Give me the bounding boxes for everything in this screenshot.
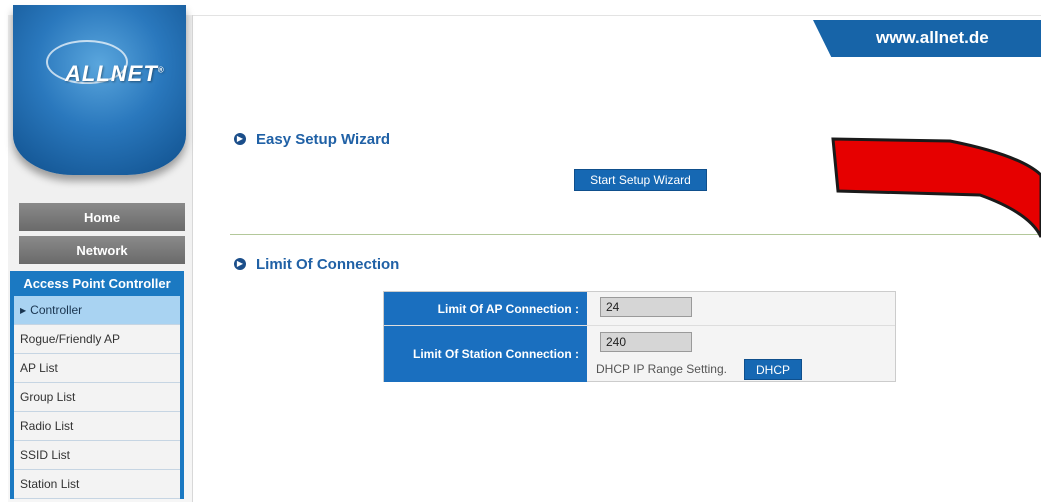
wizard-title: Easy Setup Wizard: [256, 131, 391, 148]
start-setup-wizard-button[interactable]: Start Setup Wizard: [574, 169, 707, 191]
submenu-item-ssid-list[interactable]: SSID List: [14, 441, 180, 470]
apc-submenu: ▶ Controller Rogue/Friendly AP AP List G…: [10, 296, 184, 499]
header-divider: [192, 15, 1041, 16]
table-row-divider: [384, 325, 895, 326]
submenu-item-controller[interactable]: ▶ Controller: [14, 296, 180, 325]
section-bullet-icon: ▶: [234, 258, 246, 270]
submenu-item-radio-list[interactable]: Radio List: [14, 412, 180, 441]
ap-limit-input[interactable]: [600, 297, 692, 317]
triangle-right-icon: ▶: [20, 305, 27, 315]
limit-title: Limit Of Connection: [256, 256, 400, 273]
red-arrow-shape: [831, 137, 1041, 238]
nav-home[interactable]: Home: [19, 203, 185, 231]
red-arrow-annotation: [831, 137, 1041, 238]
submenu-item-group-list[interactable]: Group List: [14, 383, 180, 412]
section-bullet-icon: ▶: [234, 133, 246, 145]
site-url[interactable]: www.allnet.de: [876, 28, 989, 48]
nav-access-point-controller[interactable]: Access Point Controller: [10, 271, 184, 296]
submenu-item-rogue-friendly-ap[interactable]: Rogue/Friendly AP: [14, 325, 180, 354]
logo-text: ALLNET®: [65, 61, 165, 86]
station-limit-label: Limit Of Station Connection :: [384, 326, 587, 382]
ap-limit-label: Limit Of AP Connection :: [384, 292, 587, 325]
nav-network[interactable]: Network: [19, 236, 185, 264]
submenu-item-station-list[interactable]: Station List: [14, 470, 180, 499]
submenu-item-ap-list[interactable]: AP List: [14, 354, 180, 383]
station-limit-input[interactable]: [600, 332, 692, 352]
dhcp-range-note: DHCP IP Range Setting.: [596, 362, 727, 376]
logo-badge[interactable]: ALLNET®: [13, 5, 186, 175]
dhcp-button[interactable]: DHCP: [744, 359, 802, 380]
